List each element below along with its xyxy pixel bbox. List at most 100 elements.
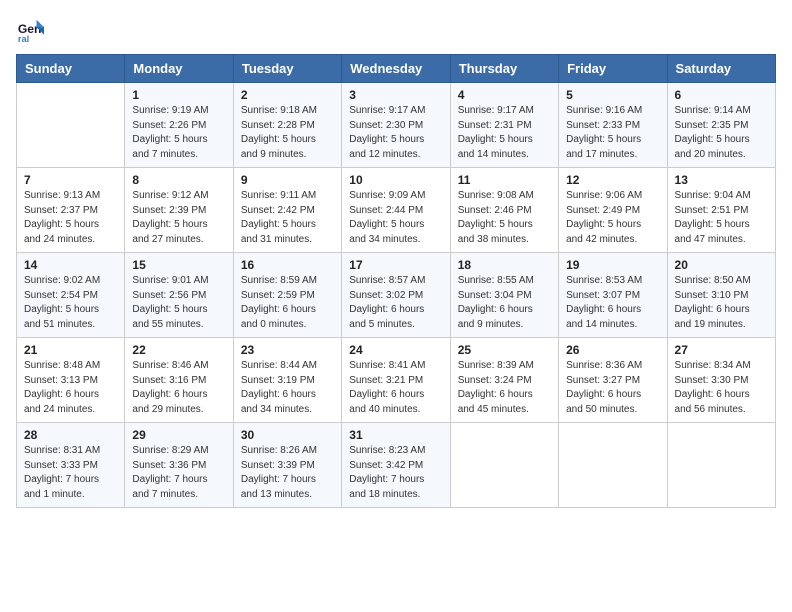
- day-info: Sunrise: 9:18 AM Sunset: 2:28 PM Dayligh…: [241, 104, 334, 162]
- calendar-cell: 10 Sunrise: 9:09 AM Sunset: 2:44 PM Dayli…: [342, 168, 450, 253]
- day-info: Sunrise: 8:31 AM Sunset: 3:33 PM Dayligh…: [24, 444, 117, 502]
- day-info: Sunrise: 8:36 AM Sunset: 3:27 PM Dayligh…: [566, 359, 659, 417]
- day-number: 12: [566, 173, 659, 187]
- column-header-saturday: Saturday: [667, 55, 775, 83]
- day-number: 24: [349, 343, 442, 357]
- day-info: Sunrise: 9:12 AM Sunset: 2:39 PM Dayligh…: [132, 189, 225, 247]
- day-number: 20: [675, 258, 768, 272]
- calendar-cell: 24 Sunrise: 8:41 AM Sunset: 3:21 PM Dayli…: [342, 338, 450, 423]
- day-info: Sunrise: 9:19 AM Sunset: 2:26 PM Dayligh…: [132, 104, 225, 162]
- logo-icon: Gene ral: [16, 16, 44, 44]
- calendar-cell: 27 Sunrise: 8:34 AM Sunset: 3:30 PM Dayli…: [667, 338, 775, 423]
- calendar-cell: 18 Sunrise: 8:55 AM Sunset: 3:04 PM Dayli…: [450, 253, 558, 338]
- day-info: Sunrise: 8:39 AM Sunset: 3:24 PM Dayligh…: [458, 359, 551, 417]
- day-number: 31: [349, 428, 442, 442]
- day-number: 7: [24, 173, 117, 187]
- calendar-cell: 9 Sunrise: 9:11 AM Sunset: 2:42 PM Daylig…: [233, 168, 341, 253]
- day-info: Sunrise: 8:26 AM Sunset: 3:39 PM Dayligh…: [241, 444, 334, 502]
- day-number: 4: [458, 88, 551, 102]
- calendar-week-4: 21 Sunrise: 8:48 AM Sunset: 3:13 PM Dayli…: [17, 338, 776, 423]
- logo: Gene ral: [16, 16, 48, 44]
- calendar-cell: 8 Sunrise: 9:12 AM Sunset: 2:39 PM Daylig…: [125, 168, 233, 253]
- day-number: 23: [241, 343, 334, 357]
- day-number: 10: [349, 173, 442, 187]
- day-number: 6: [675, 88, 768, 102]
- day-number: 18: [458, 258, 551, 272]
- calendar-cell: 25 Sunrise: 8:39 AM Sunset: 3:24 PM Dayli…: [450, 338, 558, 423]
- calendar-cell: 14 Sunrise: 9:02 AM Sunset: 2:54 PM Dayli…: [17, 253, 125, 338]
- day-number: 19: [566, 258, 659, 272]
- day-number: 1: [132, 88, 225, 102]
- day-info: Sunrise: 9:02 AM Sunset: 2:54 PM Dayligh…: [24, 274, 117, 332]
- calendar-cell: 31 Sunrise: 8:23 AM Sunset: 3:42 PM Dayli…: [342, 423, 450, 508]
- day-info: Sunrise: 9:16 AM Sunset: 2:33 PM Dayligh…: [566, 104, 659, 162]
- day-number: 22: [132, 343, 225, 357]
- day-info: Sunrise: 9:08 AM Sunset: 2:46 PM Dayligh…: [458, 189, 551, 247]
- column-header-thursday: Thursday: [450, 55, 558, 83]
- calendar-cell: 5 Sunrise: 9:16 AM Sunset: 2:33 PM Daylig…: [559, 83, 667, 168]
- column-header-monday: Monday: [125, 55, 233, 83]
- day-info: Sunrise: 9:06 AM Sunset: 2:49 PM Dayligh…: [566, 189, 659, 247]
- day-number: 11: [458, 173, 551, 187]
- calendar-week-2: 7 Sunrise: 9:13 AM Sunset: 2:37 PM Daylig…: [17, 168, 776, 253]
- day-info: Sunrise: 8:57 AM Sunset: 3:02 PM Dayligh…: [349, 274, 442, 332]
- day-info: Sunrise: 9:17 AM Sunset: 2:31 PM Dayligh…: [458, 104, 551, 162]
- day-number: 14: [24, 258, 117, 272]
- day-info: Sunrise: 9:01 AM Sunset: 2:56 PM Dayligh…: [132, 274, 225, 332]
- day-number: 15: [132, 258, 225, 272]
- day-number: 28: [24, 428, 117, 442]
- day-info: Sunrise: 8:46 AM Sunset: 3:16 PM Dayligh…: [132, 359, 225, 417]
- calendar-cell: [667, 423, 775, 508]
- column-header-friday: Friday: [559, 55, 667, 83]
- day-number: 25: [458, 343, 551, 357]
- day-number: 21: [24, 343, 117, 357]
- calendar-cell: [559, 423, 667, 508]
- day-info: Sunrise: 9:14 AM Sunset: 2:35 PM Dayligh…: [675, 104, 768, 162]
- svg-text:ral: ral: [18, 34, 29, 44]
- day-info: Sunrise: 8:34 AM Sunset: 3:30 PM Dayligh…: [675, 359, 768, 417]
- column-header-tuesday: Tuesday: [233, 55, 341, 83]
- calendar-cell: 19 Sunrise: 8:53 AM Sunset: 3:07 PM Dayli…: [559, 253, 667, 338]
- day-number: 13: [675, 173, 768, 187]
- calendar-cell: 28 Sunrise: 8:31 AM Sunset: 3:33 PM Dayli…: [17, 423, 125, 508]
- calendar-cell: 15 Sunrise: 9:01 AM Sunset: 2:56 PM Dayli…: [125, 253, 233, 338]
- day-number: 26: [566, 343, 659, 357]
- day-info: Sunrise: 8:55 AM Sunset: 3:04 PM Dayligh…: [458, 274, 551, 332]
- page-header: Gene ral: [16, 16, 776, 44]
- day-info: Sunrise: 9:11 AM Sunset: 2:42 PM Dayligh…: [241, 189, 334, 247]
- day-number: 9: [241, 173, 334, 187]
- calendar-cell: 11 Sunrise: 9:08 AM Sunset: 2:46 PM Dayli…: [450, 168, 558, 253]
- day-info: Sunrise: 9:09 AM Sunset: 2:44 PM Dayligh…: [349, 189, 442, 247]
- day-info: Sunrise: 8:23 AM Sunset: 3:42 PM Dayligh…: [349, 444, 442, 502]
- calendar-cell: 29 Sunrise: 8:29 AM Sunset: 3:36 PM Dayli…: [125, 423, 233, 508]
- day-number: 8: [132, 173, 225, 187]
- day-info: Sunrise: 8:48 AM Sunset: 3:13 PM Dayligh…: [24, 359, 117, 417]
- calendar-week-3: 14 Sunrise: 9:02 AM Sunset: 2:54 PM Dayli…: [17, 253, 776, 338]
- day-info: Sunrise: 8:59 AM Sunset: 2:59 PM Dayligh…: [241, 274, 334, 332]
- calendar-cell: 21 Sunrise: 8:48 AM Sunset: 3:13 PM Dayli…: [17, 338, 125, 423]
- column-header-wednesday: Wednesday: [342, 55, 450, 83]
- day-number: 29: [132, 428, 225, 442]
- calendar-table: SundayMondayTuesdayWednesdayThursdayFrid…: [16, 54, 776, 508]
- day-info: Sunrise: 9:04 AM Sunset: 2:51 PM Dayligh…: [675, 189, 768, 247]
- calendar-cell: [17, 83, 125, 168]
- calendar-cell: 2 Sunrise: 9:18 AM Sunset: 2:28 PM Daylig…: [233, 83, 341, 168]
- day-number: 5: [566, 88, 659, 102]
- calendar-cell: 22 Sunrise: 8:46 AM Sunset: 3:16 PM Dayli…: [125, 338, 233, 423]
- day-info: Sunrise: 9:13 AM Sunset: 2:37 PM Dayligh…: [24, 189, 117, 247]
- calendar-cell: 16Sunrise: 8:59 AM Sunset: 2:59 PM Dayli…: [233, 253, 341, 338]
- day-info: Sunrise: 8:50 AM Sunset: 3:10 PM Dayligh…: [675, 274, 768, 332]
- day-info: Sunrise: 8:53 AM Sunset: 3:07 PM Dayligh…: [566, 274, 659, 332]
- calendar-cell: 20 Sunrise: 8:50 AM Sunset: 3:10 PM Dayli…: [667, 253, 775, 338]
- day-info: Sunrise: 8:41 AM Sunset: 3:21 PM Dayligh…: [349, 359, 442, 417]
- calendar-cell: 23Sunrise: 8:44 AM Sunset: 3:19 PM Dayli…: [233, 338, 341, 423]
- calendar-cell: 30Sunrise: 8:26 AM Sunset: 3:39 PM Dayli…: [233, 423, 341, 508]
- column-header-sunday: Sunday: [17, 55, 125, 83]
- day-number: 2: [241, 88, 334, 102]
- day-info: Sunrise: 8:29 AM Sunset: 3:36 PM Dayligh…: [132, 444, 225, 502]
- day-number: 27: [675, 343, 768, 357]
- calendar-cell: [450, 423, 558, 508]
- calendar-week-1: 1 Sunrise: 9:19 AM Sunset: 2:26 PM Daylig…: [17, 83, 776, 168]
- calendar-cell: 26 Sunrise: 8:36 AM Sunset: 3:27 PM Dayli…: [559, 338, 667, 423]
- calendar-cell: 17Sunrise: 8:57 AM Sunset: 3:02 PM Dayli…: [342, 253, 450, 338]
